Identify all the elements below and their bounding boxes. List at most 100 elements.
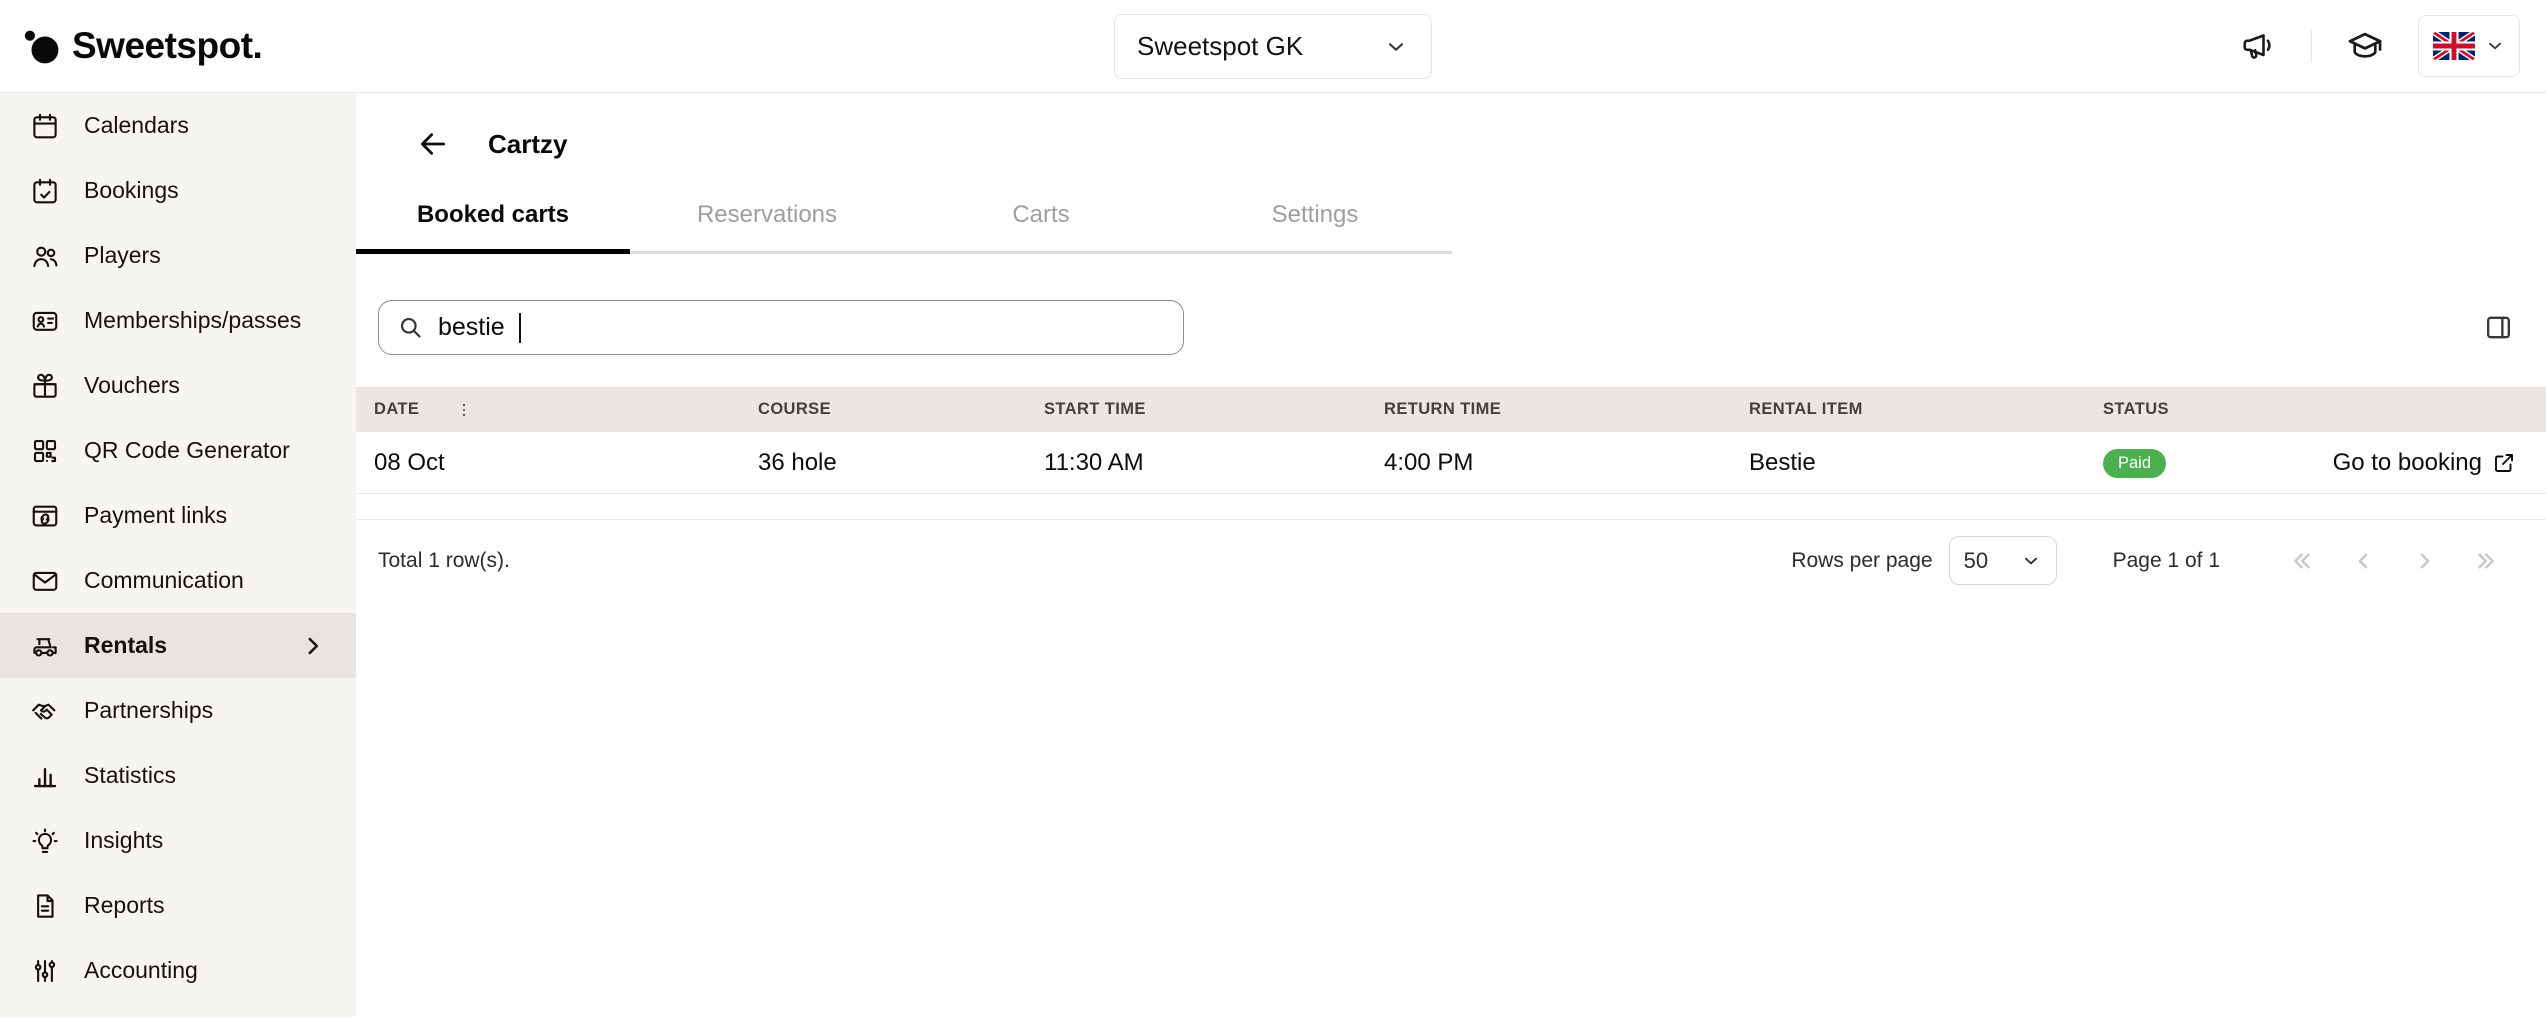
sidebar-item-calendars[interactable]: Calendars xyxy=(0,93,356,158)
tabs: Booked carts Reservations Carts Settings xyxy=(356,201,1452,254)
qr-code-icon xyxy=(30,436,60,466)
uk-flag-icon xyxy=(2433,32,2475,60)
sidebar-item-qr-code-generator[interactable]: QR Code Generator xyxy=(0,418,356,483)
sidebar-item-label: Reports xyxy=(84,892,165,919)
view-columns-icon[interactable] xyxy=(2483,312,2514,343)
pagination xyxy=(2282,542,2506,580)
sidebar-item-label: Partnerships xyxy=(84,697,213,724)
envelope-icon xyxy=(30,566,60,596)
cell-start-time: 11:30 AM xyxy=(1044,449,1384,477)
column-header-return-time[interactable]: RETURN TIME xyxy=(1384,400,1749,419)
booked-carts-table: DATE COURSE START TIME RETURN TIME RENTA… xyxy=(356,387,2546,520)
sidebar-item-label: Communication xyxy=(84,567,244,594)
topbar-divider xyxy=(2311,30,2312,62)
sidebar-item-rentals[interactable]: Rentals xyxy=(0,613,356,678)
arrow-left-icon[interactable] xyxy=(416,127,450,161)
language-selector[interactable] xyxy=(2418,15,2520,77)
sidebar-item-insights[interactable]: Insights xyxy=(0,808,356,873)
membership-card-icon xyxy=(30,306,60,336)
sidebar-item-label: Rentals xyxy=(84,632,167,659)
handshake-icon xyxy=(30,696,60,726)
sliders-icon xyxy=(30,956,60,986)
sidebar-item-payment-links[interactable]: Payment links xyxy=(0,483,356,548)
organization-selector[interactable]: Sweetspot GK xyxy=(1114,14,1432,79)
go-to-booking-link[interactable]: Go to booking xyxy=(2333,449,2516,477)
column-menu-icon[interactable] xyxy=(455,399,473,421)
main-content: Cartzy Booked carts Reservations Carts S… xyxy=(356,93,2546,1017)
chevron-down-icon xyxy=(2484,35,2506,57)
chevron-right-icon xyxy=(300,633,326,659)
tab-reservations[interactable]: Reservations xyxy=(630,201,904,251)
graduation-cap-icon[interactable] xyxy=(2346,27,2384,65)
sidebar-item-label: Insights xyxy=(84,827,163,854)
sidebar-item-label: Vouchers xyxy=(84,372,180,399)
rows-per-page-select[interactable]: 50 xyxy=(1949,536,2057,585)
page-indicator: Page 1 of 1 xyxy=(2113,549,2220,573)
tab-booked-carts[interactable]: Booked carts xyxy=(356,201,630,251)
last-page-button[interactable] xyxy=(2468,542,2506,580)
next-page-button[interactable] xyxy=(2406,542,2444,580)
table-header-row: DATE COURSE START TIME RETURN TIME RENTA… xyxy=(356,387,2546,432)
status-badge: Paid xyxy=(2103,449,2166,478)
search-icon xyxy=(397,314,424,341)
sidebar-item-label: Statistics xyxy=(84,762,176,789)
organization-selector-value: Sweetspot GK xyxy=(1137,31,1303,62)
sidebar-item-communication[interactable]: Communication xyxy=(0,548,356,613)
first-page-button[interactable] xyxy=(2282,542,2320,580)
page-header: Cartzy xyxy=(356,93,2546,161)
megaphone-icon[interactable] xyxy=(2241,28,2277,64)
toolbar: bestie xyxy=(356,300,2546,355)
previous-page-button[interactable] xyxy=(2344,542,2382,580)
calendar-icon xyxy=(30,111,60,141)
sweetspot-logo-icon xyxy=(22,27,60,65)
gift-icon xyxy=(30,371,60,401)
sidebar-item-label: Calendars xyxy=(84,112,189,139)
external-link-icon xyxy=(2492,451,2516,475)
sidebar-item-label: Accounting xyxy=(84,957,198,984)
sidebar-item-accounting[interactable]: Accounting xyxy=(0,938,356,1003)
page-title: Cartzy xyxy=(488,129,567,160)
sidebar-item-vouchers[interactable]: Vouchers xyxy=(0,353,356,418)
table-row[interactable]: 08 Oct 36 hole 11:30 AM 4:00 PM Bestie P… xyxy=(356,432,2546,494)
chevron-down-icon xyxy=(2020,550,2042,572)
chevron-down-icon xyxy=(1383,34,1409,60)
sidebar-item-partnerships[interactable]: Partnerships xyxy=(0,678,356,743)
app-logo-text: Sweetspot. xyxy=(72,25,262,67)
sidebar-item-statistics[interactable]: Statistics xyxy=(0,743,356,808)
sidebar-item-label: Players xyxy=(84,242,161,269)
rows-per-page-label: Rows per page xyxy=(1791,549,1932,573)
tab-settings[interactable]: Settings xyxy=(1178,201,1452,251)
cell-rental-item: Bestie xyxy=(1749,449,2103,477)
sidebar-item-memberships[interactable]: Memberships/passes xyxy=(0,288,356,353)
calendar-check-icon xyxy=(30,176,60,206)
search-input[interactable]: bestie xyxy=(378,300,1184,355)
search-value: bestie xyxy=(438,313,505,342)
topbar: Sweetspot. Sweetspot GK xyxy=(0,0,2546,93)
sidebar-item-bookings[interactable]: Bookings xyxy=(0,158,356,223)
sidebar: Calendars Bookings Players Memberships/p… xyxy=(0,93,356,1017)
sidebar-item-label: Bookings xyxy=(84,177,179,204)
column-header-rental-item[interactable]: RENTAL ITEM xyxy=(1749,400,2103,419)
text-caret xyxy=(519,313,521,343)
cell-date: 08 Oct xyxy=(374,449,758,477)
players-icon xyxy=(30,241,60,271)
cell-course: 36 hole xyxy=(758,449,1044,477)
sidebar-item-label: Payment links xyxy=(84,502,227,529)
document-icon xyxy=(30,891,60,921)
tab-carts[interactable]: Carts xyxy=(904,201,1178,251)
column-header-course[interactable]: COURSE xyxy=(758,400,1044,419)
column-header-status[interactable]: STATUS xyxy=(2103,400,2303,419)
sidebar-item-players[interactable]: Players xyxy=(0,223,356,288)
golf-cart-icon xyxy=(30,631,60,661)
sidebar-item-reports[interactable]: Reports xyxy=(0,873,356,938)
bar-chart-icon xyxy=(30,761,60,791)
app-logo[interactable]: Sweetspot. xyxy=(0,25,262,67)
table-end-divider xyxy=(356,494,2546,520)
lightbulb-icon xyxy=(30,826,60,856)
total-rows-text: Total 1 row(s). xyxy=(378,549,510,573)
topbar-actions xyxy=(2241,15,2520,77)
column-header-start-time[interactable]: START TIME xyxy=(1044,400,1384,419)
rows-per-page-value: 50 xyxy=(1964,548,1988,574)
cell-return-time: 4:00 PM xyxy=(1384,449,1749,477)
column-header-date[interactable]: DATE xyxy=(374,399,758,421)
